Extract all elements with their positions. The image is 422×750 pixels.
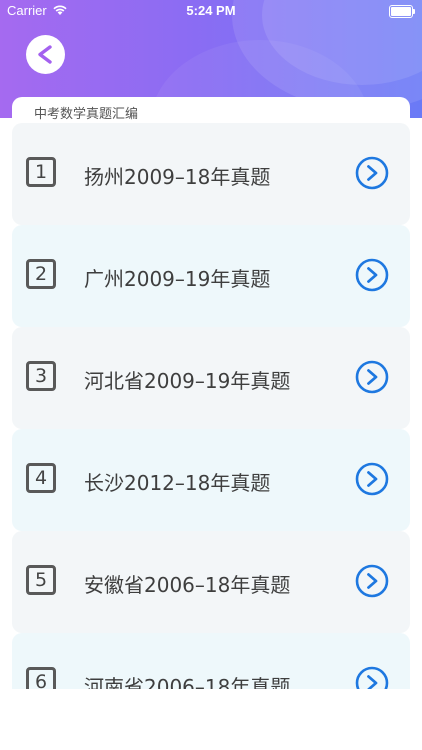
arrow-right-circle-icon[interactable] <box>355 258 389 292</box>
section-title: 中考数学真题汇编 <box>34 107 139 122</box>
item-label: 安徽省2006–18年真题 <box>84 573 291 597</box>
content-panel: 中考数学真题汇编 1 扬州2009–18年真题 2 广州2009–19年真题 3… <box>12 97 410 697</box>
list-item[interactable]: 4 长沙2012–18年真题 <box>12 429 410 531</box>
back-button[interactable] <box>26 35 65 74</box>
arrow-right-circle-icon[interactable] <box>355 360 389 394</box>
battery-icon <box>389 5 415 18</box>
list-item[interactable]: 3 河北省2009–19年真题 <box>12 327 410 429</box>
arrow-right-circle-icon[interactable] <box>355 462 389 496</box>
list-item[interactable]: 6 河南省2006–18年真题 <box>12 633 410 697</box>
item-label: 长沙2012–18年真题 <box>84 471 271 495</box>
number-badge: 2 <box>26 259 56 289</box>
number-badge: 4 <box>26 463 56 493</box>
list-item[interactable]: 2 广州2009–19年真题 <box>12 225 410 327</box>
arrow-right-circle-icon[interactable] <box>355 156 389 190</box>
chevron-left-icon <box>38 45 52 64</box>
status-bar: Carrier 5:24 PM <box>0 0 422 24</box>
bottom-safe-area <box>0 689 422 750</box>
list-item[interactable]: 1 扬州2009–18年真题 <box>12 123 410 225</box>
list-item[interactable]: 5 安徽省2006–18年真题 <box>12 531 410 633</box>
item-label: 河北省2009–19年真题 <box>84 369 291 393</box>
arrow-right-circle-icon[interactable] <box>355 564 389 598</box>
number-badge: 3 <box>26 361 56 391</box>
number-badge: 5 <box>26 565 56 595</box>
clock: 5:24 PM <box>186 3 236 18</box>
exam-list: 1 扬州2009–18年真题 2 广州2009–19年真题 3 河北省2009–… <box>12 123 410 697</box>
item-label: 广州2009–19年真题 <box>84 267 271 291</box>
number-badge: 1 <box>26 157 56 187</box>
item-label: 扬州2009–18年真题 <box>84 165 271 189</box>
